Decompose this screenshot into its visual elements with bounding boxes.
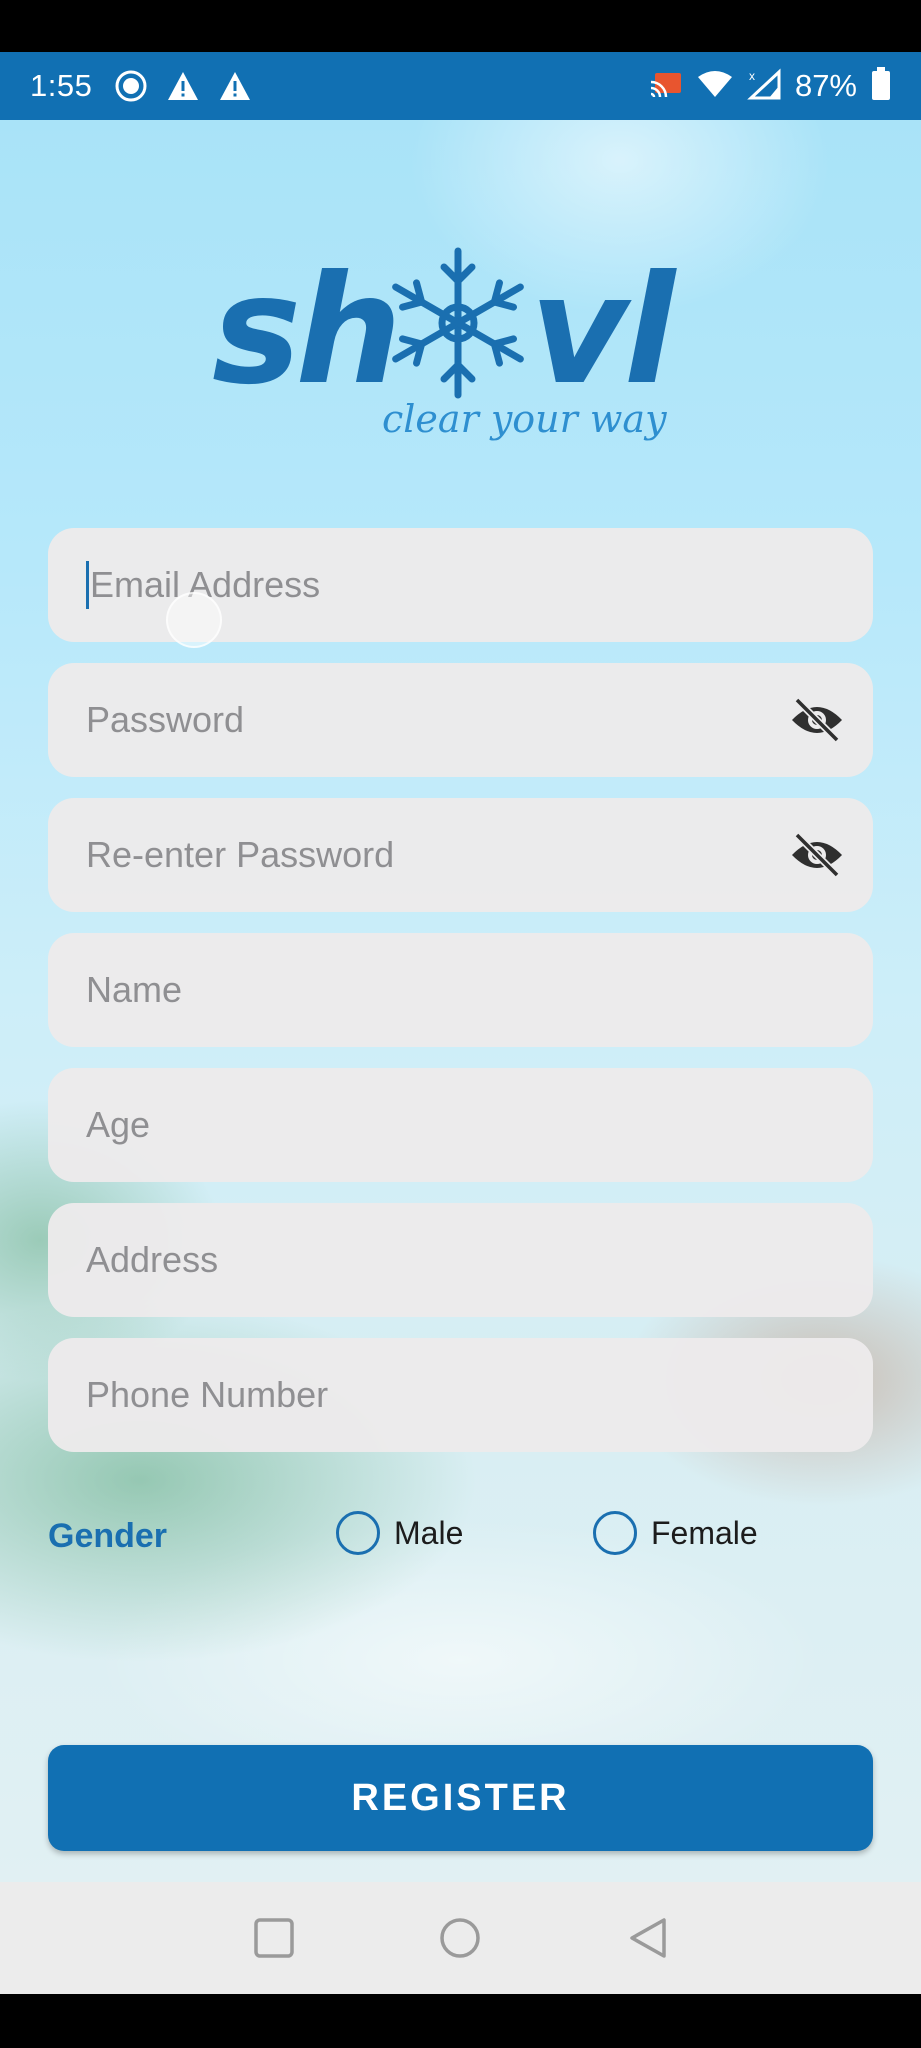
gender-label: Gender xyxy=(48,1517,168,1555)
radio-circle[interactable] xyxy=(336,1511,380,1555)
radio-female-label: Female xyxy=(651,1514,758,1551)
radio-circle[interactable] xyxy=(593,1511,637,1555)
eye-off-icon[interactable] xyxy=(789,831,845,879)
battery-icon xyxy=(871,66,891,106)
recent-apps-icon[interactable] xyxy=(252,1916,296,1960)
status-bar: 1:55 x 87% xyxy=(0,52,921,120)
phone-placeholder: Phone Number xyxy=(86,1374,329,1415)
register-button[interactable]: REGISTER xyxy=(48,1745,873,1851)
age-field[interactable]: Age xyxy=(48,1068,873,1182)
signal-icon: x xyxy=(747,68,781,105)
status-time: 1:55 xyxy=(30,68,93,103)
reenter-password-field[interactable]: Re-enter Password xyxy=(48,798,873,912)
svg-text:clear your way: clear your way xyxy=(382,397,667,441)
back-icon[interactable] xyxy=(626,1916,670,1960)
home-icon[interactable] xyxy=(438,1916,482,1960)
battery-percent: 87% xyxy=(794,68,857,103)
cast-icon xyxy=(649,70,683,103)
top-frame xyxy=(0,0,921,52)
navigation-bar xyxy=(0,1882,921,1994)
snowflake-icon xyxy=(392,247,524,399)
eye-off-icon[interactable] xyxy=(789,696,845,744)
gender-row: Gender Male Female xyxy=(48,1505,873,1575)
phone-number-field[interactable]: Phone Number xyxy=(48,1338,873,1452)
warning-icon xyxy=(218,70,252,102)
password-placeholder: Password xyxy=(86,699,245,740)
age-placeholder: Age xyxy=(86,1104,151,1145)
wifi-icon xyxy=(697,69,733,104)
register-screen: sh vl clear your way Email Address Passw… xyxy=(0,120,921,1882)
bottom-frame xyxy=(0,1994,921,2048)
radio-female[interactable]: Female xyxy=(593,1511,758,1555)
svg-text:x: x xyxy=(749,69,755,83)
text-cursor xyxy=(86,561,89,609)
radio-male[interactable]: Male xyxy=(336,1511,463,1555)
password-field[interactable]: Password xyxy=(48,663,873,777)
warning-icon xyxy=(166,70,200,102)
reenter-password-placeholder: Re-enter Password xyxy=(86,834,395,875)
touch-indicator xyxy=(166,592,222,648)
name-placeholder: Name xyxy=(86,969,183,1010)
svg-text:vl: vl xyxy=(530,244,678,418)
radio-male-label: Male xyxy=(394,1514,464,1551)
svg-text:sh: sh xyxy=(212,244,396,418)
address-field[interactable]: Address xyxy=(48,1203,873,1317)
name-field[interactable]: Name xyxy=(48,933,873,1047)
shovl-logo: sh vl clear your way xyxy=(0,120,921,520)
record-icon xyxy=(114,69,148,103)
address-placeholder: Address xyxy=(86,1239,219,1280)
